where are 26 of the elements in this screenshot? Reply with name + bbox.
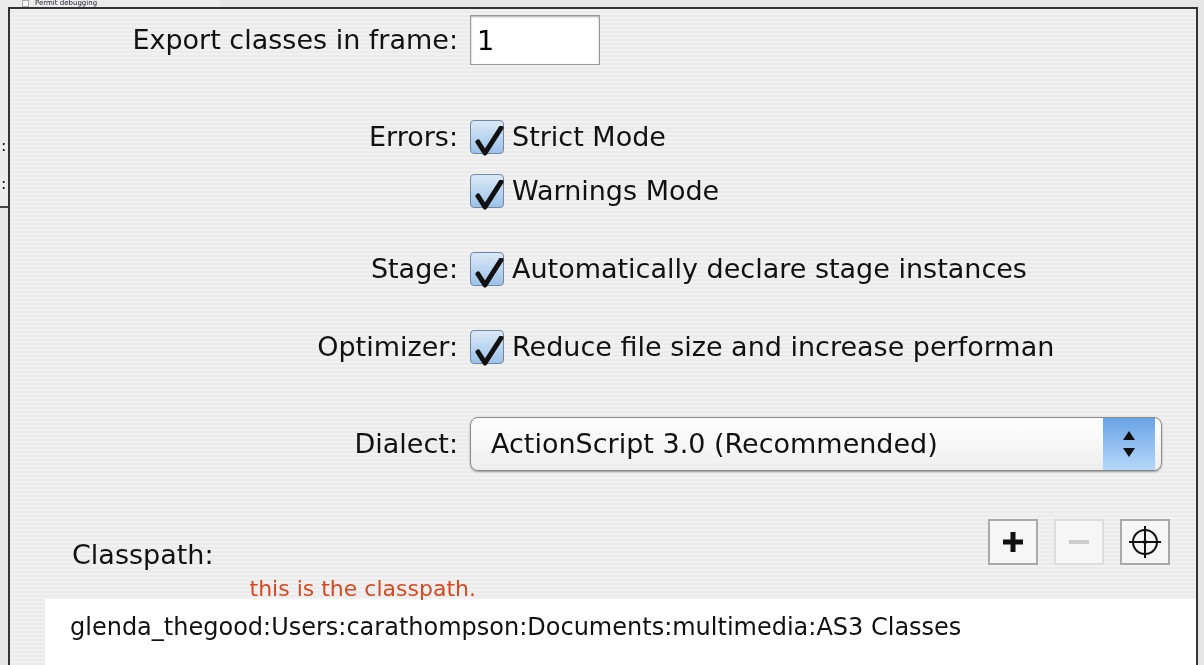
field-label: : [1,138,7,154]
checkbox[interactable] [470,252,504,286]
field-label: Export classes in frame: [131,22,458,57]
field-label: Optimizer: [316,329,458,364]
field-label: Stage: [369,251,458,286]
checkbox-label: Automatically declare stage instances [512,251,1027,286]
frame-input[interactable]: 1 [470,15,600,65]
path-entry[interactable]: glenda_thegood:Users:carathompson:Documents:multimedia:AS3 Classes [70,609,1171,645]
add-button[interactable] [988,519,1038,565]
field-label: Dialect: [353,426,458,461]
dialect-dropdown[interactable]: ActionScript 3.0 (Recommended) [470,417,1162,471]
hint-text: this is the classpath. [249,575,476,603]
field-label: Errors: [368,119,458,154]
checkbox[interactable] [470,120,504,154]
minus-icon [1069,540,1089,544]
browse-button[interactable] [1120,519,1170,565]
stepper-arrows-icon [1103,418,1155,470]
checkbox-label: Strict Mode [512,119,666,154]
checkbox-label: Warnings Mode [512,173,720,208]
checkbox[interactable] [22,0,29,7]
checkbox-label: Reduce file size and increase performan [512,329,1055,364]
crosshair-icon [1128,525,1162,559]
field-label: : [1,176,7,192]
checkbox[interactable] [470,330,504,364]
section-label: Classpath: [72,537,214,572]
checkbox[interactable] [470,174,504,208]
